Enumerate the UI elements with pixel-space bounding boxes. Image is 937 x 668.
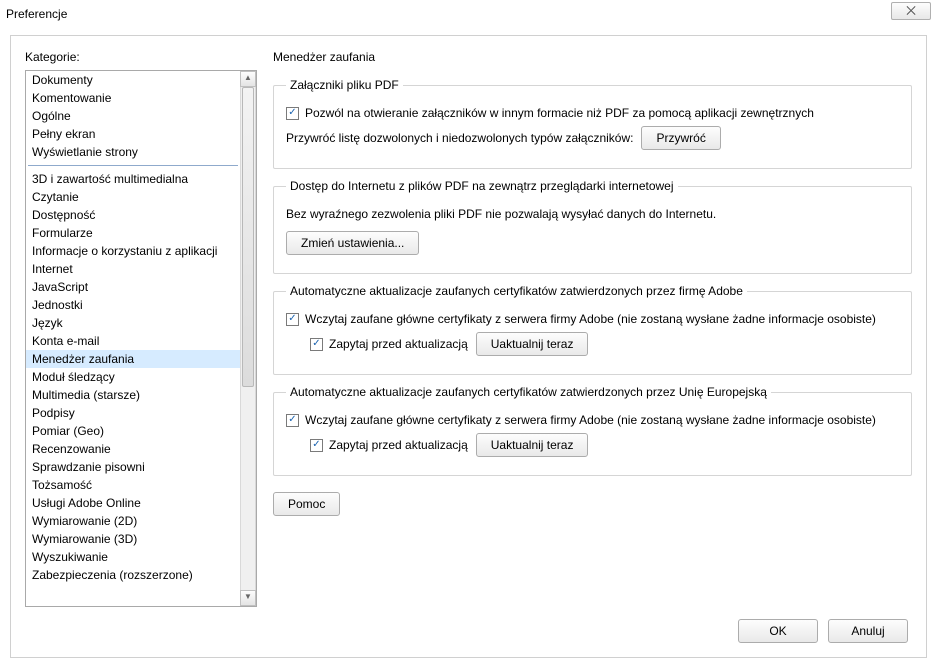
category-item[interactable]: Komentowanie [26, 89, 240, 107]
eu-updates-legend: Automatyczne aktualizacje zaufanych cert… [286, 385, 771, 399]
checkbox-box: ✓ [310, 338, 323, 351]
category-item[interactable]: Informacje o korzystaniu z aplikacji [26, 242, 240, 260]
category-item[interactable]: Zabezpieczenia (rozszerzone) [26, 566, 240, 584]
category-item[interactable]: Internet [26, 260, 240, 278]
adobe-update-button[interactable]: Uaktualnij teraz [476, 332, 589, 356]
category-item[interactable]: Dokumenty [26, 71, 240, 89]
category-item[interactable]: Język [26, 314, 240, 332]
category-item[interactable]: 3D i zawartość multimedialna [26, 170, 240, 188]
category-item[interactable]: Moduł śledzący [26, 368, 240, 386]
category-item[interactable]: Wymiarowanie (3D) [26, 530, 240, 548]
category-item[interactable]: Menedżer zaufania [26, 350, 240, 368]
cancel-button[interactable]: Anuluj [828, 619, 908, 643]
category-item[interactable]: Pełny ekran [26, 125, 240, 143]
allow-attachments-checkbox[interactable]: ✓ Pozwól na otwieranie załączników w inn… [286, 106, 814, 120]
internet-info: Bez wyraźnego zezwolenia pliki PDF nie p… [286, 207, 899, 221]
eu-updates-group: Automatyczne aktualizacje zaufanych cert… [273, 385, 912, 476]
attachments-group: Załączniki pliku PDF ✓ Pozwól na otwiera… [273, 78, 912, 169]
restore-button[interactable]: Przywróć [641, 126, 720, 150]
category-column: Kategorie: DokumentyKomentowanieOgólnePe… [25, 50, 257, 607]
page-title: Menedżer zaufania [273, 50, 912, 64]
category-item[interactable]: Recenzowanie [26, 440, 240, 458]
help-button[interactable]: Pomoc [273, 492, 340, 516]
category-item[interactable]: JavaScript [26, 278, 240, 296]
checkbox-box: ✓ [286, 414, 299, 427]
checkbox-box: ✓ [286, 107, 299, 120]
allow-attachments-label: Pozwól na otwieranie załączników w innym… [305, 106, 814, 120]
title-bar: Preferencje ⨉ [0, 0, 937, 28]
category-item[interactable]: Ogólne [26, 107, 240, 125]
scroll-track[interactable] [240, 87, 256, 590]
scroll-thumb[interactable] [242, 87, 254, 387]
dialog-panel: Kategorie: DokumentyKomentowanieOgólnePe… [10, 35, 927, 658]
category-item[interactable]: Dostępność [26, 206, 240, 224]
checkbox-box: ✓ [286, 313, 299, 326]
category-item[interactable]: Wyszukiwanie [26, 548, 240, 566]
check-icon: ✓ [288, 108, 296, 118]
scroll-up-arrow[interactable]: ▲ [240, 71, 256, 87]
attachments-legend: Załączniki pliku PDF [286, 78, 403, 92]
adobe-ask-checkbox[interactable]: ✓ Zapytaj przed aktualizacją [310, 337, 468, 351]
adobe-load-checkbox[interactable]: ✓ Wczytaj zaufane główne certyfikaty z s… [286, 312, 876, 326]
category-item[interactable]: Podpisy [26, 404, 240, 422]
category-item[interactable]: Tożsamość [26, 476, 240, 494]
check-icon: ✓ [312, 440, 320, 450]
category-item[interactable]: Konta e-mail [26, 332, 240, 350]
close-button[interactable]: ⨉ [891, 2, 931, 20]
adobe-ask-label: Zapytaj przed aktualizacją [329, 337, 468, 351]
category-item[interactable]: Formularze [26, 224, 240, 242]
eu-load-checkbox[interactable]: ✓ Wczytaj zaufane główne certyfikaty z s… [286, 413, 876, 427]
adobe-updates-legend: Automatyczne aktualizacje zaufanych cert… [286, 284, 747, 298]
adobe-load-label: Wczytaj zaufane główne certyfikaty z ser… [305, 312, 876, 326]
category-item[interactable]: Wymiarowanie (2D) [26, 512, 240, 530]
settings-column: Menedżer zaufania Załączniki pliku PDF ✓… [273, 50, 912, 607]
check-icon: ✓ [288, 415, 296, 425]
scroll-down-arrow[interactable]: ▼ [240, 590, 256, 606]
category-item[interactable]: Usługi Adobe Online [26, 494, 240, 512]
adobe-updates-group: Automatyczne aktualizacje zaufanych cert… [273, 284, 912, 375]
close-icon: ⨉ [906, 4, 916, 19]
check-icon: ✓ [312, 339, 320, 349]
category-divider [28, 165, 238, 166]
category-item[interactable]: Pomiar (Geo) [26, 422, 240, 440]
change-settings-button[interactable]: Zmień ustawienia... [286, 231, 419, 255]
eu-update-button[interactable]: Uaktualnij teraz [476, 433, 589, 457]
internet-legend: Dostęp do Internetu z plików PDF na zewn… [286, 179, 678, 193]
window-title: Preferencje [6, 7, 67, 21]
scrollbar[interactable]: ▲ ▼ [240, 71, 256, 606]
eu-load-label: Wczytaj zaufane główne certyfikaty z ser… [305, 413, 876, 427]
category-item[interactable]: Wyświetlanie strony [26, 143, 240, 161]
checkbox-box: ✓ [310, 439, 323, 452]
eu-ask-label: Zapytaj przed aktualizacją [329, 438, 468, 452]
eu-ask-checkbox[interactable]: ✓ Zapytaj przed aktualizacją [310, 438, 468, 452]
category-label: Kategorie: [25, 50, 257, 64]
category-item[interactable]: Sprawdzanie pisowni [26, 458, 240, 476]
restore-text: Przywróć listę dozwolonych i niedozwolon… [286, 131, 633, 145]
internet-group: Dostęp do Internetu z plików PDF na zewn… [273, 179, 912, 274]
category-item[interactable]: Jednostki [26, 296, 240, 314]
category-item[interactable]: Multimedia (starsze) [26, 386, 240, 404]
category-listbox[interactable]: DokumentyKomentowanieOgólnePełny ekranWy… [25, 70, 257, 607]
ok-button[interactable]: OK [738, 619, 818, 643]
category-item[interactable]: Czytanie [26, 188, 240, 206]
dialog-buttons: OK Anuluj [738, 619, 908, 643]
check-icon: ✓ [288, 314, 296, 324]
